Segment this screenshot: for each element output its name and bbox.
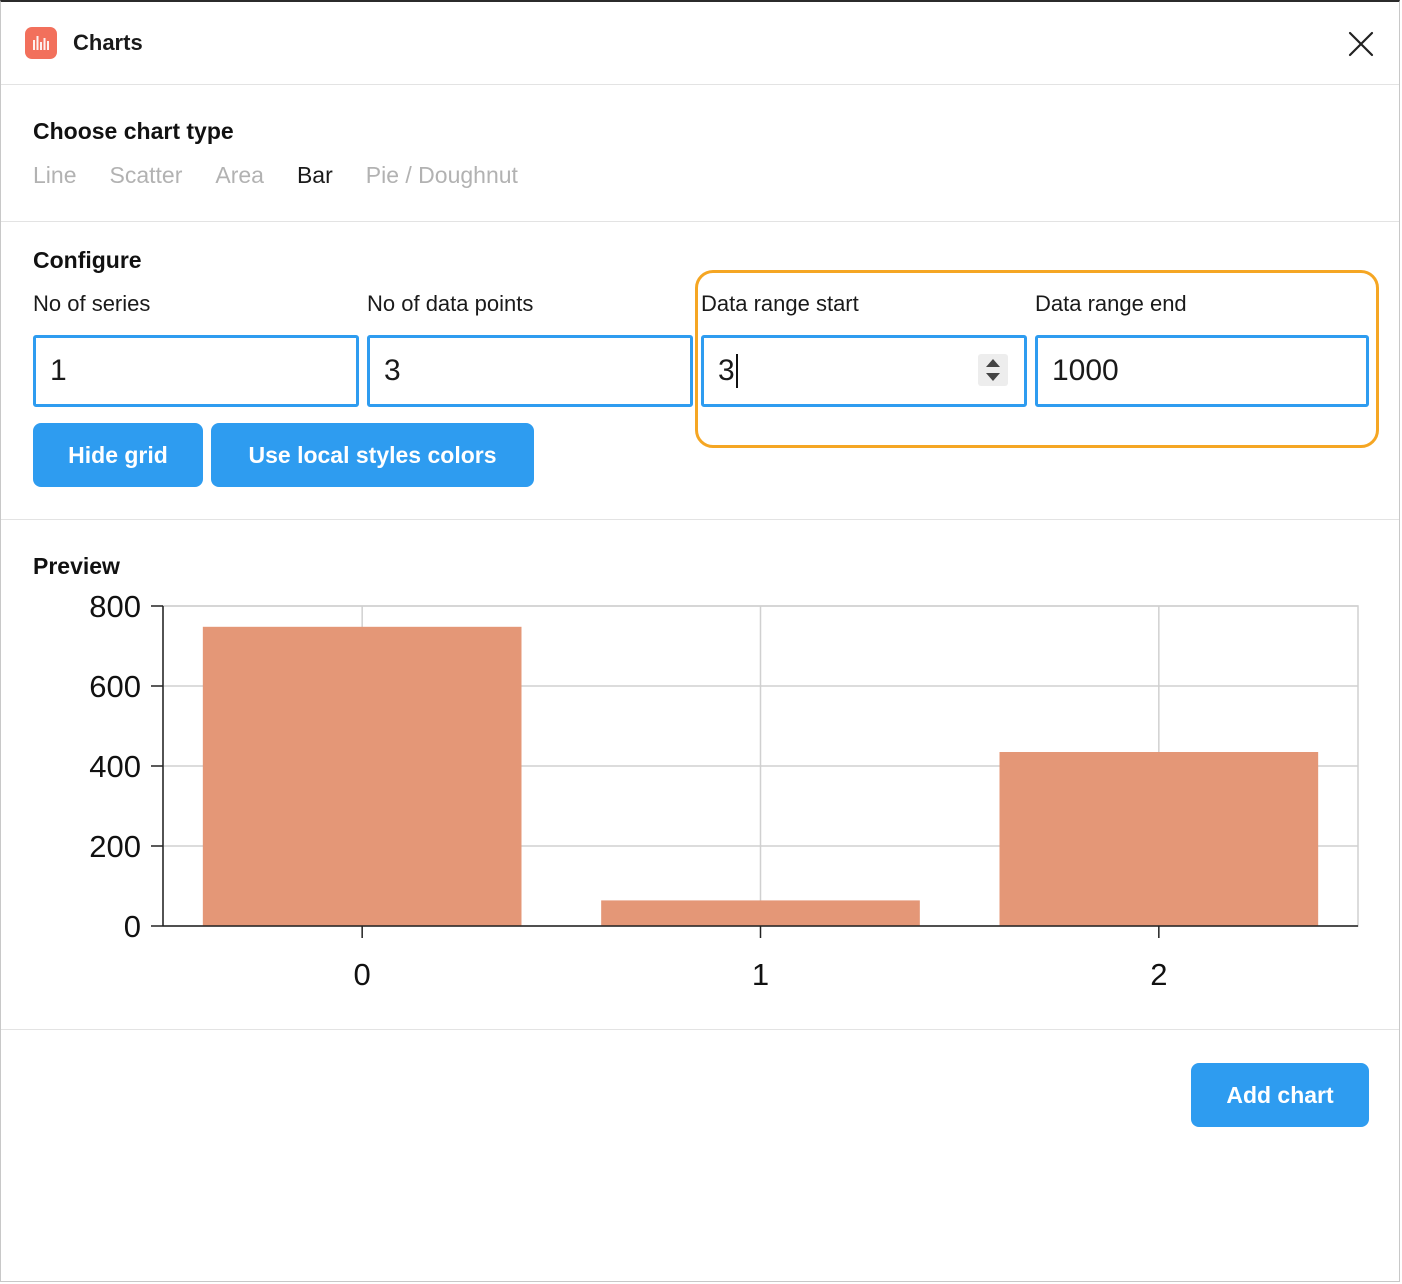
section-divider [1,1029,1399,1030]
add-chart-button[interactable]: Add chart [1191,1063,1369,1127]
tab-scatter[interactable]: Scatter [109,162,182,189]
y-tick-label: 400 [89,749,141,784]
stepper-up-icon [986,359,1000,367]
charts-dialog: Charts Choose chart type Line Scatter Area… [0,0,1400,1282]
range-end-label: Data range end [1035,291,1187,316]
close-icon[interactable] [1345,28,1377,60]
tab-area[interactable]: Area [215,162,264,189]
data-points-label: No of data points [367,291,534,316]
data-points-input[interactable] [367,335,693,407]
x-tick-label: 1 [752,957,769,992]
chart-type-heading: Choose chart type [33,118,234,144]
tab-line[interactable]: Line [33,162,76,189]
y-tick-label: 0 [124,909,141,944]
preview-bar-chart: 0 200 400 600 800 0 1 2 [89,592,1359,992]
y-tick-label: 800 [89,592,141,624]
range-end-input[interactable] [1035,335,1369,407]
x-tick-label: 2 [1150,957,1167,992]
window-title: Charts [73,30,143,55]
number-stepper[interactable] [978,354,1008,386]
stepper-down-icon [986,373,1000,381]
local-styles-colors-button[interactable]: Use local styles colors [211,423,534,487]
section-divider [1,221,1399,222]
text-caret [736,354,738,388]
hide-grid-button[interactable]: Hide grid [33,423,203,487]
section-divider [1,519,1399,520]
bar [999,752,1319,926]
bar-chart-icon [25,27,57,59]
bar [202,626,522,926]
bar [601,900,920,926]
series-label: No of series [33,291,151,316]
x-tick-label: 0 [354,957,371,992]
y-tick-label: 600 [89,669,141,704]
tab-bar[interactable]: Bar [297,162,333,189]
series-input[interactable] [33,335,359,407]
range-start-label: Data range start [701,291,859,316]
chart-type-tabs: Line Scatter Area Bar Pie / Doughnut [33,162,518,189]
tab-pie-doughnut[interactable]: Pie / Doughnut [366,162,518,189]
configure-heading: Configure [33,247,142,273]
y-tick-label: 200 [89,829,141,864]
preview-heading: Preview [33,553,120,579]
title-bar: Charts [1,2,1399,85]
